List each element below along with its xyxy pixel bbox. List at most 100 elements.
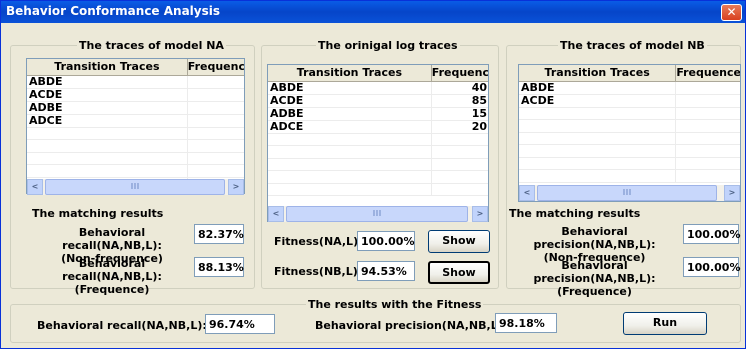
model-na-trace-list[interactable]: Transition Traces Frequenc ABDE ACDE ADBE A… — [26, 58, 245, 194]
na-recall-freq-field[interactable]: 88.13% — [194, 257, 244, 277]
fitness-nb-field[interactable]: 94.53% — [357, 261, 415, 281]
column-header-transition-traces[interactable]: Transition Traces — [27, 59, 188, 76]
fitness-nb-label: Fitness(NB,L): — [274, 265, 363, 278]
trace-cell — [268, 145, 432, 159]
table-row[interactable]: ABDE — [27, 75, 244, 89]
close-button[interactable]: ✕ — [721, 4, 742, 21]
trace-cell — [27, 127, 188, 141]
table-row[interactable] — [268, 170, 488, 184]
frequence-cell — [187, 75, 244, 89]
frequence-cell: 15 — [431, 107, 488, 121]
trace-cell — [27, 152, 188, 166]
table-row[interactable]: ADCE 20 — [268, 120, 488, 134]
trace-cell — [268, 183, 432, 197]
trace-cell: ADCE — [27, 114, 188, 128]
column-header-frequence[interactable]: Frequence — [675, 65, 740, 82]
trace-cell — [268, 170, 432, 184]
model-nb-trace-list[interactable]: Transition Traces Frequence ABDE ACDE — [518, 64, 741, 202]
trace-cell: ACDE — [268, 94, 432, 108]
frequence-cell: 85 — [431, 94, 488, 108]
run-button[interactable]: Run — [623, 312, 707, 335]
frequence-cell — [187, 101, 244, 115]
table-row[interactable] — [27, 164, 244, 178]
scroll-right-icon[interactable]: > — [724, 185, 740, 201]
show-fitness-nb-button[interactable]: Show — [428, 261, 490, 284]
scroll-left-icon[interactable]: < — [519, 185, 535, 201]
column-header-transition-traces[interactable]: Transition Traces — [519, 65, 677, 82]
fitness-precision-label: Behavioral precision(NA,NB,L): — [315, 319, 508, 332]
frequence-cell — [187, 139, 244, 153]
table-row[interactable] — [268, 183, 488, 197]
table-row[interactable] — [519, 169, 740, 184]
trace-cell — [519, 119, 677, 133]
table-row[interactable] — [519, 107, 740, 121]
frequence-cell — [675, 132, 740, 146]
frequence-cell — [675, 169, 740, 184]
column-header-transition-traces[interactable]: Transition Traces — [268, 65, 432, 82]
trace-cell — [519, 132, 677, 146]
scroll-thumb[interactable]: III — [286, 206, 468, 222]
table-row[interactable]: ADBE 15 — [268, 107, 488, 121]
table-row[interactable]: ADCE — [27, 114, 244, 128]
table-row[interactable] — [27, 152, 244, 166]
na-recall-nonfreq-field[interactable]: 82.37% — [194, 224, 244, 244]
frequence-cell — [187, 114, 244, 128]
table-row[interactable] — [519, 132, 740, 146]
frequence-cell — [187, 164, 244, 178]
column-header-frequence[interactable]: Frequenc — [431, 65, 488, 82]
frequence-cell: 40 — [431, 81, 488, 95]
scroll-thumb[interactable]: III — [45, 179, 225, 195]
na-recall-freq-label: Behavioral recall(NA,NB,L): (Frequence) — [62, 257, 162, 296]
table-row[interactable]: ABDE — [519, 81, 740, 95]
trace-cell — [519, 144, 677, 158]
fitness-na-label: Fitness(NA,L): — [274, 235, 363, 248]
log-horizontal-scrollbar[interactable]: < III > — [268, 206, 488, 222]
frequence-cell — [675, 81, 740, 95]
trace-cell — [268, 133, 432, 147]
table-row[interactable] — [27, 127, 244, 141]
frequence-cell — [187, 88, 244, 102]
frequence-cell — [675, 157, 740, 171]
table-row[interactable]: ACDE — [27, 88, 244, 102]
scroll-left-icon[interactable]: < — [27, 179, 43, 195]
frequence-cell — [431, 158, 488, 172]
nb-precision-nonfreq-field[interactable]: 100.00% — [683, 224, 740, 244]
frequence-cell — [431, 170, 488, 184]
table-row[interactable] — [27, 139, 244, 153]
table-row[interactable] — [519, 157, 740, 171]
scroll-left-icon[interactable]: < — [268, 206, 284, 222]
trace-cell — [519, 169, 677, 184]
table-row[interactable]: ACDE — [519, 94, 740, 108]
fitness-recall-field[interactable]: 96.74% — [205, 314, 275, 334]
table-row[interactable] — [268, 145, 488, 159]
model-nb-horizontal-scrollbar[interactable]: < III > — [519, 185, 740, 201]
frequence-cell — [431, 133, 488, 147]
frequence-cell — [187, 152, 244, 166]
scroll-right-icon[interactable]: > — [228, 179, 244, 195]
table-row[interactable]: ABDE 40 — [268, 81, 488, 95]
scroll-right-icon[interactable]: > — [472, 206, 488, 222]
table-row[interactable] — [519, 119, 740, 133]
table-row[interactable]: ADBE — [27, 101, 244, 115]
trace-cell: ADCE — [268, 120, 432, 134]
model-na-horizontal-scrollbar[interactable]: < III > — [27, 179, 244, 195]
trace-cell: ABDE — [268, 81, 432, 95]
title-bar[interactable]: Behavior Conformance Analysis ✕ — [1, 1, 745, 23]
trace-cell: ADBE — [268, 107, 432, 121]
fitness-precision-field[interactable]: 98.18% — [495, 313, 557, 333]
frequence-cell: 20 — [431, 120, 488, 134]
scroll-thumb[interactable]: III — [537, 185, 717, 201]
table-row[interactable] — [268, 158, 488, 172]
frequence-cell — [675, 119, 740, 133]
column-header-frequence[interactable]: Frequenc — [187, 59, 244, 76]
group-model-na-legend: The traces of model NA — [79, 39, 224, 52]
table-row[interactable]: ACDE 85 — [268, 94, 488, 108]
na-matching-results-label: The matching results — [32, 207, 164, 220]
fitness-na-field[interactable]: 100.00% — [357, 231, 415, 251]
show-fitness-na-button[interactable]: Show — [428, 230, 490, 253]
original-log-trace-list[interactable]: Transition Traces Frequenc ABDE 40 ACDE 85 A… — [267, 64, 489, 222]
nb-precision-freq-field[interactable]: 100.00% — [683, 257, 740, 277]
table-row[interactable] — [268, 133, 488, 147]
fitness-recall-label: Behavioral recall(NA,NB,L): — [37, 319, 207, 332]
table-row[interactable] — [519, 144, 740, 158]
